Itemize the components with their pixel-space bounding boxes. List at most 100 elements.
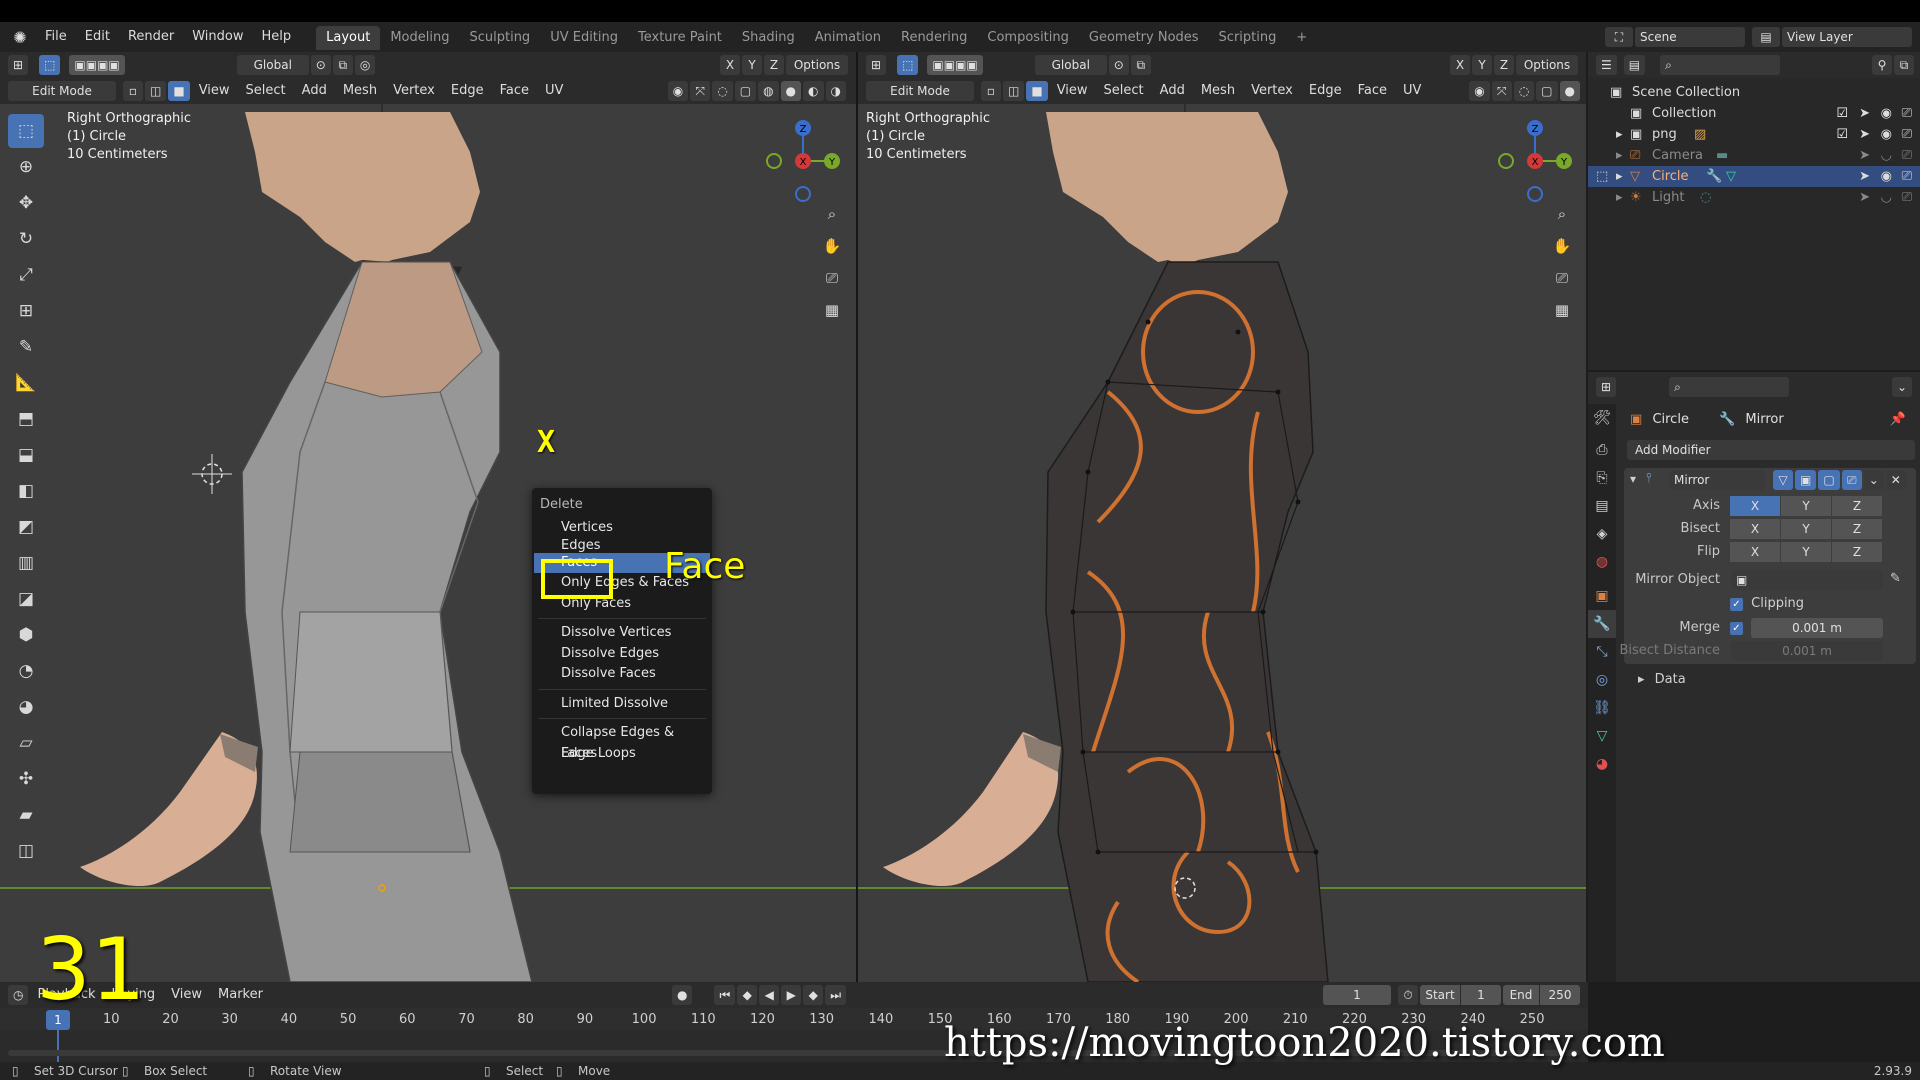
menu-item-limited-dissolve[interactable]: Limited Dissolve [532, 694, 712, 715]
menu-view[interactable]: View [163, 982, 210, 1008]
expand-arrow-icon[interactable]: ▸ [1616, 187, 1623, 208]
options-icon[interactable]: ⌄ [1891, 377, 1912, 397]
menu-add[interactable]: Add [294, 78, 335, 104]
pan-hand-icon[interactable]: ✋ [1548, 232, 1576, 260]
collapse-arrow-icon[interactable]: ▾ [1630, 472, 1636, 486]
menu-select[interactable]: Select [1096, 78, 1152, 104]
outliner-row-scene-collection[interactable]: ▣ Scene Collection [1588, 82, 1920, 103]
spin-tool-icon[interactable]: ◔ [8, 654, 44, 688]
tab-sculpting[interactable]: Sculpting [459, 26, 540, 50]
play-reverse-icon[interactable]: ◀ [759, 985, 780, 1005]
merge-checkbox[interactable]: ✓ [1730, 620, 1743, 635]
eyedropper-icon[interactable]: ✎ [1890, 571, 1901, 586]
scene-selector[interactable]: Scene [1635, 27, 1745, 47]
camera-render-icon[interactable]: ⎚ [1902, 187, 1912, 208]
axis-z-toggle[interactable]: Z [1832, 496, 1882, 516]
menu-vertex[interactable]: Vertex [1243, 78, 1301, 104]
tab-layout[interactable]: Layout [316, 26, 381, 50]
xray-icon[interactable]: ▢ [1536, 81, 1558, 101]
camera-render-icon[interactable]: ⎚ [1902, 103, 1912, 124]
select-mode-icon[interactable]: ⬚ [39, 55, 61, 75]
constraints-tab-icon[interactable]: ⛓ [1588, 694, 1616, 722]
filter-icon[interactable]: ⚲ [1872, 55, 1892, 75]
mirror-axis-z-toggle[interactable]: Z [764, 55, 784, 75]
edge-select-icon[interactable]: ◫ [1003, 81, 1025, 101]
face-select-icon[interactable]: ■ [168, 81, 190, 101]
proportional-icon[interactable]: ◎ [354, 55, 376, 75]
add-cube-tool-icon[interactable]: ⬒ [8, 402, 44, 436]
data-subpanel[interactable]: ▸ Data [1638, 672, 1686, 687]
shear-tool-icon[interactable]: ▰ [8, 798, 44, 832]
expand-arrow-icon[interactable]: ▸ [1616, 166, 1623, 187]
editor-type-icon[interactable]: ◷ [8, 985, 29, 1005]
menu-add[interactable]: Add [1152, 78, 1193, 104]
editor-type-icon[interactable]: ☰ [1596, 55, 1617, 75]
editor-type-icon[interactable]: ⊞ [8, 55, 29, 75]
jump-start-icon[interactable]: ⏮ [714, 985, 736, 1005]
menu-item-collapse-edges-faces[interactable]: Collapse Edges & Faces [532, 723, 712, 761]
eye-icon[interactable]: ◉ [1881, 124, 1892, 145]
move-tool-icon[interactable]: ✥ [8, 186, 44, 220]
zoom-icon[interactable]: ⌕ [1548, 200, 1576, 228]
flip-z-toggle[interactable]: Z [1832, 542, 1882, 562]
visibility-icon[interactable]: ◉ [1469, 81, 1490, 101]
options-dropdown[interactable]: Options [1516, 55, 1578, 75]
eye-icon[interactable]: ◉ [1881, 103, 1892, 124]
menu-window[interactable]: Window [183, 22, 252, 52]
jump-end-icon[interactable]: ⏭ [825, 985, 847, 1005]
add-workspace-icon[interactable]: + [1286, 26, 1317, 50]
checkbox-icon[interactable]: ☑ [1836, 103, 1848, 124]
pivot-icon[interactable]: ⊙ [310, 55, 331, 75]
gizmo-icon[interactable]: ⤧ [690, 81, 711, 101]
menu-render[interactable]: Render [119, 22, 183, 52]
select-arrow-icon[interactable]: ➤ [1859, 187, 1870, 208]
menu-select[interactable]: Select [238, 78, 294, 104]
play-icon[interactable]: ▶ [781, 985, 802, 1005]
camera-icon[interactable]: ⎚ [818, 264, 846, 292]
grid-icon[interactable]: ▦ [1548, 296, 1576, 324]
select-arrow-icon[interactable]: ➤ [1859, 124, 1870, 145]
options-dropdown[interactable]: Options [786, 55, 848, 75]
menu-mesh[interactable]: Mesh [1193, 78, 1243, 104]
poly-build-tool-icon[interactable]: ⬢ [8, 618, 44, 652]
menu-edge[interactable]: Edge [1301, 78, 1350, 104]
outliner-row-png[interactable]: ▸ ▣ png ▨ ☑ ➤ ◉ ⎚ [1588, 124, 1920, 145]
tab-uv-editing[interactable]: UV Editing [540, 26, 628, 50]
menu-view[interactable]: View [191, 78, 238, 104]
cursor-tool-icon[interactable]: ⊕ [8, 150, 44, 184]
properties-search-input[interactable]: ⌕ [1669, 377, 1790, 397]
mode-dropdown[interactable]: Edit Mode [866, 81, 974, 101]
viewport-left[interactable]: ⊞ ⬚ ▣▣▣▣ Global ⊙ ⧉ ◎ X Y Z Options Edit… [0, 52, 856, 982]
merge-distance-input[interactable]: 0.001 m [1751, 618, 1883, 638]
camera-render-icon[interactable]: ⎚ [1902, 124, 1912, 145]
menu-uv[interactable]: UV [1395, 78, 1429, 104]
outliner-row-camera[interactable]: ▸ ⎚ Camera ▬ ➤ ◡ ⎚ [1588, 145, 1920, 166]
output-tab-icon[interactable]: ⎘ [1588, 464, 1616, 492]
gizmo-icon[interactable]: ⤧ [1491, 81, 1512, 101]
mode-dropdown[interactable]: Edit Mode [8, 81, 116, 101]
shrink-tool-icon[interactable]: ✣ [8, 762, 44, 796]
mirror-axis-y-toggle[interactable]: Y [1472, 55, 1492, 75]
pivot-icon[interactable]: ⊙ [1108, 55, 1129, 75]
menu-item-dissolve-vertices[interactable]: Dissolve Vertices [532, 623, 712, 644]
select-arrow-icon[interactable]: ➤ [1859, 145, 1870, 166]
axis-y-toggle[interactable]: Y [1781, 496, 1831, 516]
menu-item-vertices[interactable]: Vertices [532, 518, 712, 539]
menu-file[interactable]: File [36, 22, 76, 52]
navigation-gizmo[interactable]: Z Y X [1490, 116, 1580, 206]
menu-view[interactable]: View [1049, 78, 1096, 104]
vertex-select-icon[interactable]: ▫ [981, 81, 1001, 101]
menu-vertex[interactable]: Vertex [385, 78, 443, 104]
select-arrow-icon[interactable]: ➤ [1859, 166, 1870, 187]
measure-tool-icon[interactable]: 📐 [8, 366, 44, 400]
outliner-row-collection[interactable]: ▣ Collection ☑ ➤ ◉ ⎚ [1588, 103, 1920, 124]
annotate-tool-icon[interactable]: ✎ [8, 330, 44, 364]
new-collection-icon[interactable]: ⧉ [1894, 55, 1914, 75]
select-tool-icon[interactable]: ⬚ [8, 114, 44, 148]
mirror-axis-y-toggle[interactable]: Y [742, 55, 762, 75]
jump-keyframe-back-icon[interactable]: ◆ [737, 985, 758, 1005]
edge-slide-tool-icon[interactable]: ▱ [8, 726, 44, 760]
shading-render-icon[interactable]: ◑ [825, 81, 846, 101]
select-mode-icon[interactable]: ⬚ [897, 55, 919, 75]
inset-tool-icon[interactable]: ◧ [8, 474, 44, 508]
